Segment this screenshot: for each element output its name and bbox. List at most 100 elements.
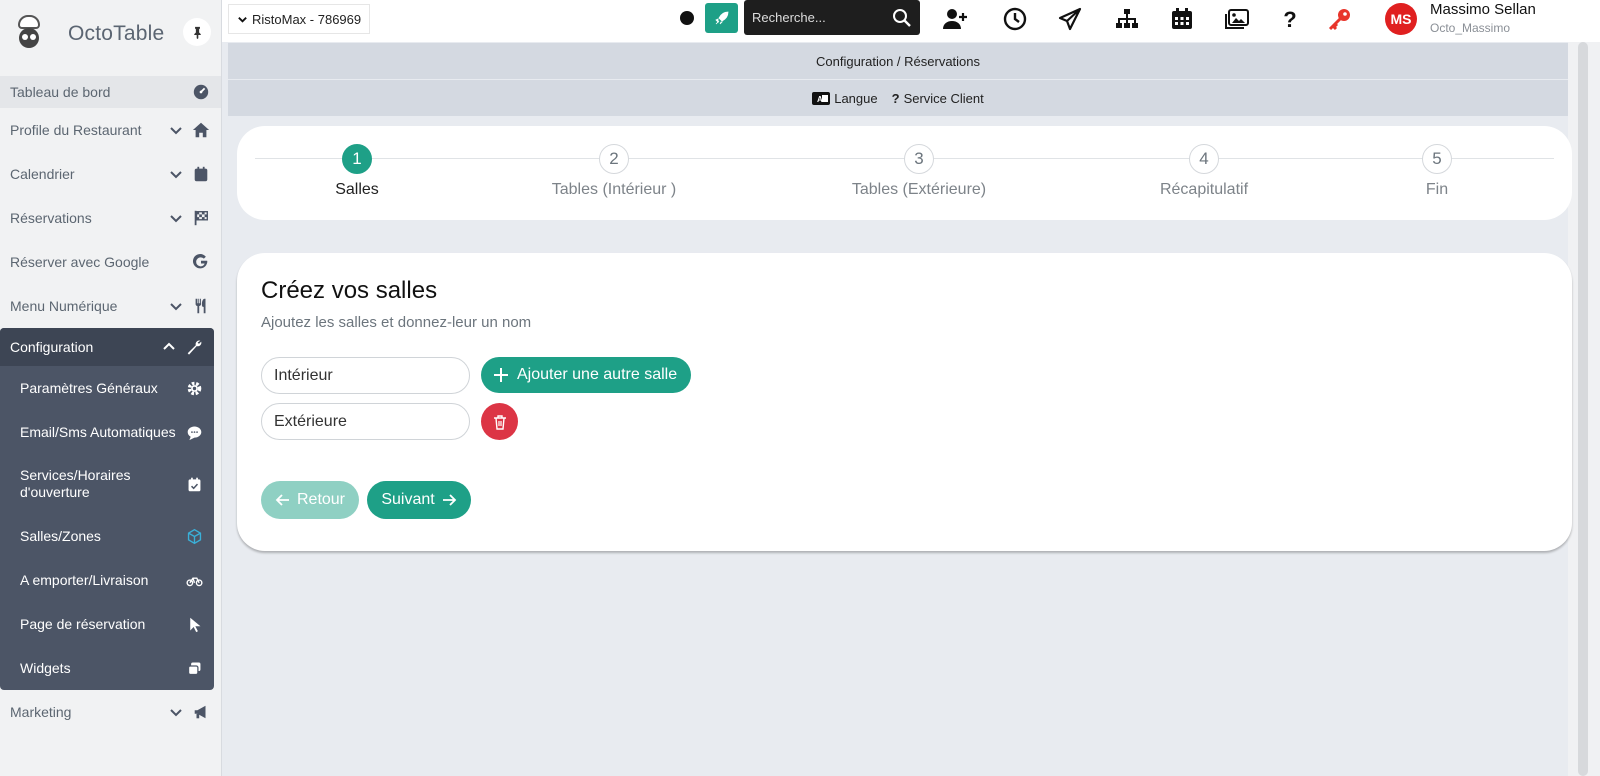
sidebar-item-label: Profile du Restaurant xyxy=(10,122,142,138)
sidebar-item-booking-page[interactable]: Page de réservation xyxy=(0,602,214,646)
images-icon xyxy=(1225,9,1249,29)
search-input[interactable] xyxy=(752,10,882,25)
step-label: Fin xyxy=(1425,181,1449,198)
sidebar-item-label: Services/Horaires d'ouverture xyxy=(20,467,131,500)
pin-icon xyxy=(193,26,201,39)
next-button[interactable]: Suivant xyxy=(367,481,471,519)
utensils-icon xyxy=(191,296,211,316)
create-rooms-card: Créez vos salles Ajoutez les salles et d… xyxy=(237,253,1572,551)
scrollbar[interactable] xyxy=(1568,42,1600,776)
sidebar-item-configuration[interactable]: Configuration xyxy=(0,328,214,366)
sidebar-item-reservations[interactable]: Réservations xyxy=(0,196,221,240)
next-label: Suivant xyxy=(381,491,435,508)
configuration-group: Configuration Paramètres Généraux Email/… xyxy=(0,328,214,690)
clock-icon xyxy=(1003,7,1027,31)
octotable-logo xyxy=(12,15,46,53)
sidebar-item-dashboard[interactable]: Tableau de bord xyxy=(0,76,221,108)
step-label: Tables (Intérieur ) xyxy=(551,181,677,198)
rocket-button[interactable] xyxy=(705,3,738,33)
sidebar-item-restaurant-profile[interactable]: Profile du Restaurant xyxy=(0,108,221,152)
step-summary[interactable]: 4 Récapitulatif xyxy=(1104,144,1304,199)
add-user-button[interactable] xyxy=(940,5,970,33)
license-key-button[interactable] xyxy=(1325,5,1355,33)
bicycle-icon xyxy=(184,570,204,590)
sidebar-item-reserve-with-google[interactable]: Réserver avec Google xyxy=(0,240,221,284)
sidebar-item-digital-menu[interactable]: Menu Numérique xyxy=(0,284,221,328)
sidebar-item-rooms-zones[interactable]: Salles/Zones xyxy=(0,514,214,558)
calendar-check-icon xyxy=(184,474,204,494)
sidebar-item-automatic-email-sms[interactable]: Email/Sms Automatiques xyxy=(0,410,214,454)
room-name-input[interactable] xyxy=(261,357,470,394)
step-outdoor-tables[interactable]: 3 Tables (Extérieure) xyxy=(819,144,1019,199)
step-number: 4 xyxy=(1189,144,1219,174)
cube-icon xyxy=(184,526,204,546)
brand-name: OctoTable xyxy=(68,22,165,45)
sidebar-item-services-opening-hours[interactable]: Services/Horaires d'ouverture xyxy=(0,454,214,514)
google-icon xyxy=(191,252,211,272)
question-icon: ? xyxy=(1283,7,1296,32)
sidebar-item-calendar[interactable]: Calendrier xyxy=(0,152,221,196)
language-link[interactable]: A Langue xyxy=(812,90,878,106)
search-box xyxy=(744,0,920,35)
question-icon: ? xyxy=(891,90,900,106)
restaurant-name: RistoMax - 786969 xyxy=(252,11,362,27)
step-rooms[interactable]: 1 Salles xyxy=(257,144,457,199)
step-number: 1 xyxy=(342,144,372,174)
sidebar-item-label: Widgets xyxy=(20,660,71,676)
pin-sidebar-button[interactable] xyxy=(183,18,211,46)
chevron-down-icon xyxy=(170,215,182,223)
sidebar-item-label: Paramètres Généraux xyxy=(20,380,158,396)
calendar-icon xyxy=(1172,8,1192,29)
step-label: Salles xyxy=(335,181,379,198)
sidebar-item-marketing[interactable]: Marketing xyxy=(0,690,221,734)
brand: OctoTable xyxy=(0,0,221,68)
add-user-icon xyxy=(943,9,967,29)
card-subtitle: Ajoutez les salles et donnez-leur un nom xyxy=(261,314,532,331)
wizard-stepper: 1 Salles 2 Tables (Intérieur ) 3 Tables … xyxy=(237,126,1572,220)
sidebar-item-label: Salles/Zones xyxy=(20,528,101,544)
sidebar-item-takeaway-delivery[interactable]: A emporter/Livraison xyxy=(0,558,214,602)
scrollbar-thumb[interactable] xyxy=(1578,42,1588,776)
card-title: Créez vos salles xyxy=(261,277,438,304)
search-icon[interactable] xyxy=(892,8,912,28)
sidebar-item-label: Email/Sms Automatiques xyxy=(20,424,176,440)
plus-icon xyxy=(494,368,508,382)
svg-text:?: ? xyxy=(1283,7,1296,32)
sidebar-item-label: Réservations xyxy=(10,210,92,226)
pointer-icon xyxy=(184,614,204,634)
sidebar-item-label: Calendrier xyxy=(10,166,75,182)
checkered-flag-icon xyxy=(191,208,211,228)
sidebar-item-general-settings[interactable]: Paramètres Généraux xyxy=(0,366,214,410)
chevron-down-icon xyxy=(170,171,182,179)
add-room-label: Ajouter une autre salle xyxy=(517,366,678,383)
restaurant-selector[interactable]: RistoMax - 786969 xyxy=(228,4,371,34)
user-handle: Octo_Massimo xyxy=(1430,21,1511,35)
sidebar-item-widgets[interactable]: Widgets xyxy=(0,646,214,690)
calendar-button[interactable] xyxy=(1167,5,1197,33)
support-link[interactable]: ? Service Client xyxy=(892,91,984,106)
structure-button[interactable] xyxy=(1112,5,1142,33)
calendar-icon xyxy=(191,164,211,184)
help-button[interactable]: ? xyxy=(1275,5,1305,33)
step-label: Tables (Extérieure) xyxy=(851,181,987,198)
step-finish[interactable]: 5 Fin xyxy=(1337,144,1537,199)
avatar[interactable]: MS xyxy=(1385,3,1417,35)
sidebar-item-label: Tableau de bord xyxy=(10,84,111,100)
send-button[interactable] xyxy=(1055,5,1085,33)
room-name-input[interactable] xyxy=(261,403,470,440)
home-icon xyxy=(191,120,211,140)
wrench-icon xyxy=(184,337,204,357)
arrow-right-icon xyxy=(442,494,456,506)
delete-room-button[interactable] xyxy=(481,403,518,440)
utility-links: A Langue ? Service Client xyxy=(228,80,1568,116)
history-button[interactable] xyxy=(1000,5,1030,33)
sidebar: OctoTable Tableau de bord Profile du Res… xyxy=(0,0,222,776)
gallery-button[interactable] xyxy=(1222,5,1252,33)
step-indoor-tables[interactable]: 2 Tables (Intérieur ) xyxy=(514,144,714,199)
back-button[interactable]: Retour xyxy=(261,481,359,519)
gear-icon xyxy=(184,378,204,398)
language-label: Langue xyxy=(834,90,878,106)
step-number: 5 xyxy=(1422,144,1452,174)
sidebar-item-label: Configuration xyxy=(10,339,94,355)
add-room-button[interactable]: Ajouter une autre salle xyxy=(481,357,692,393)
